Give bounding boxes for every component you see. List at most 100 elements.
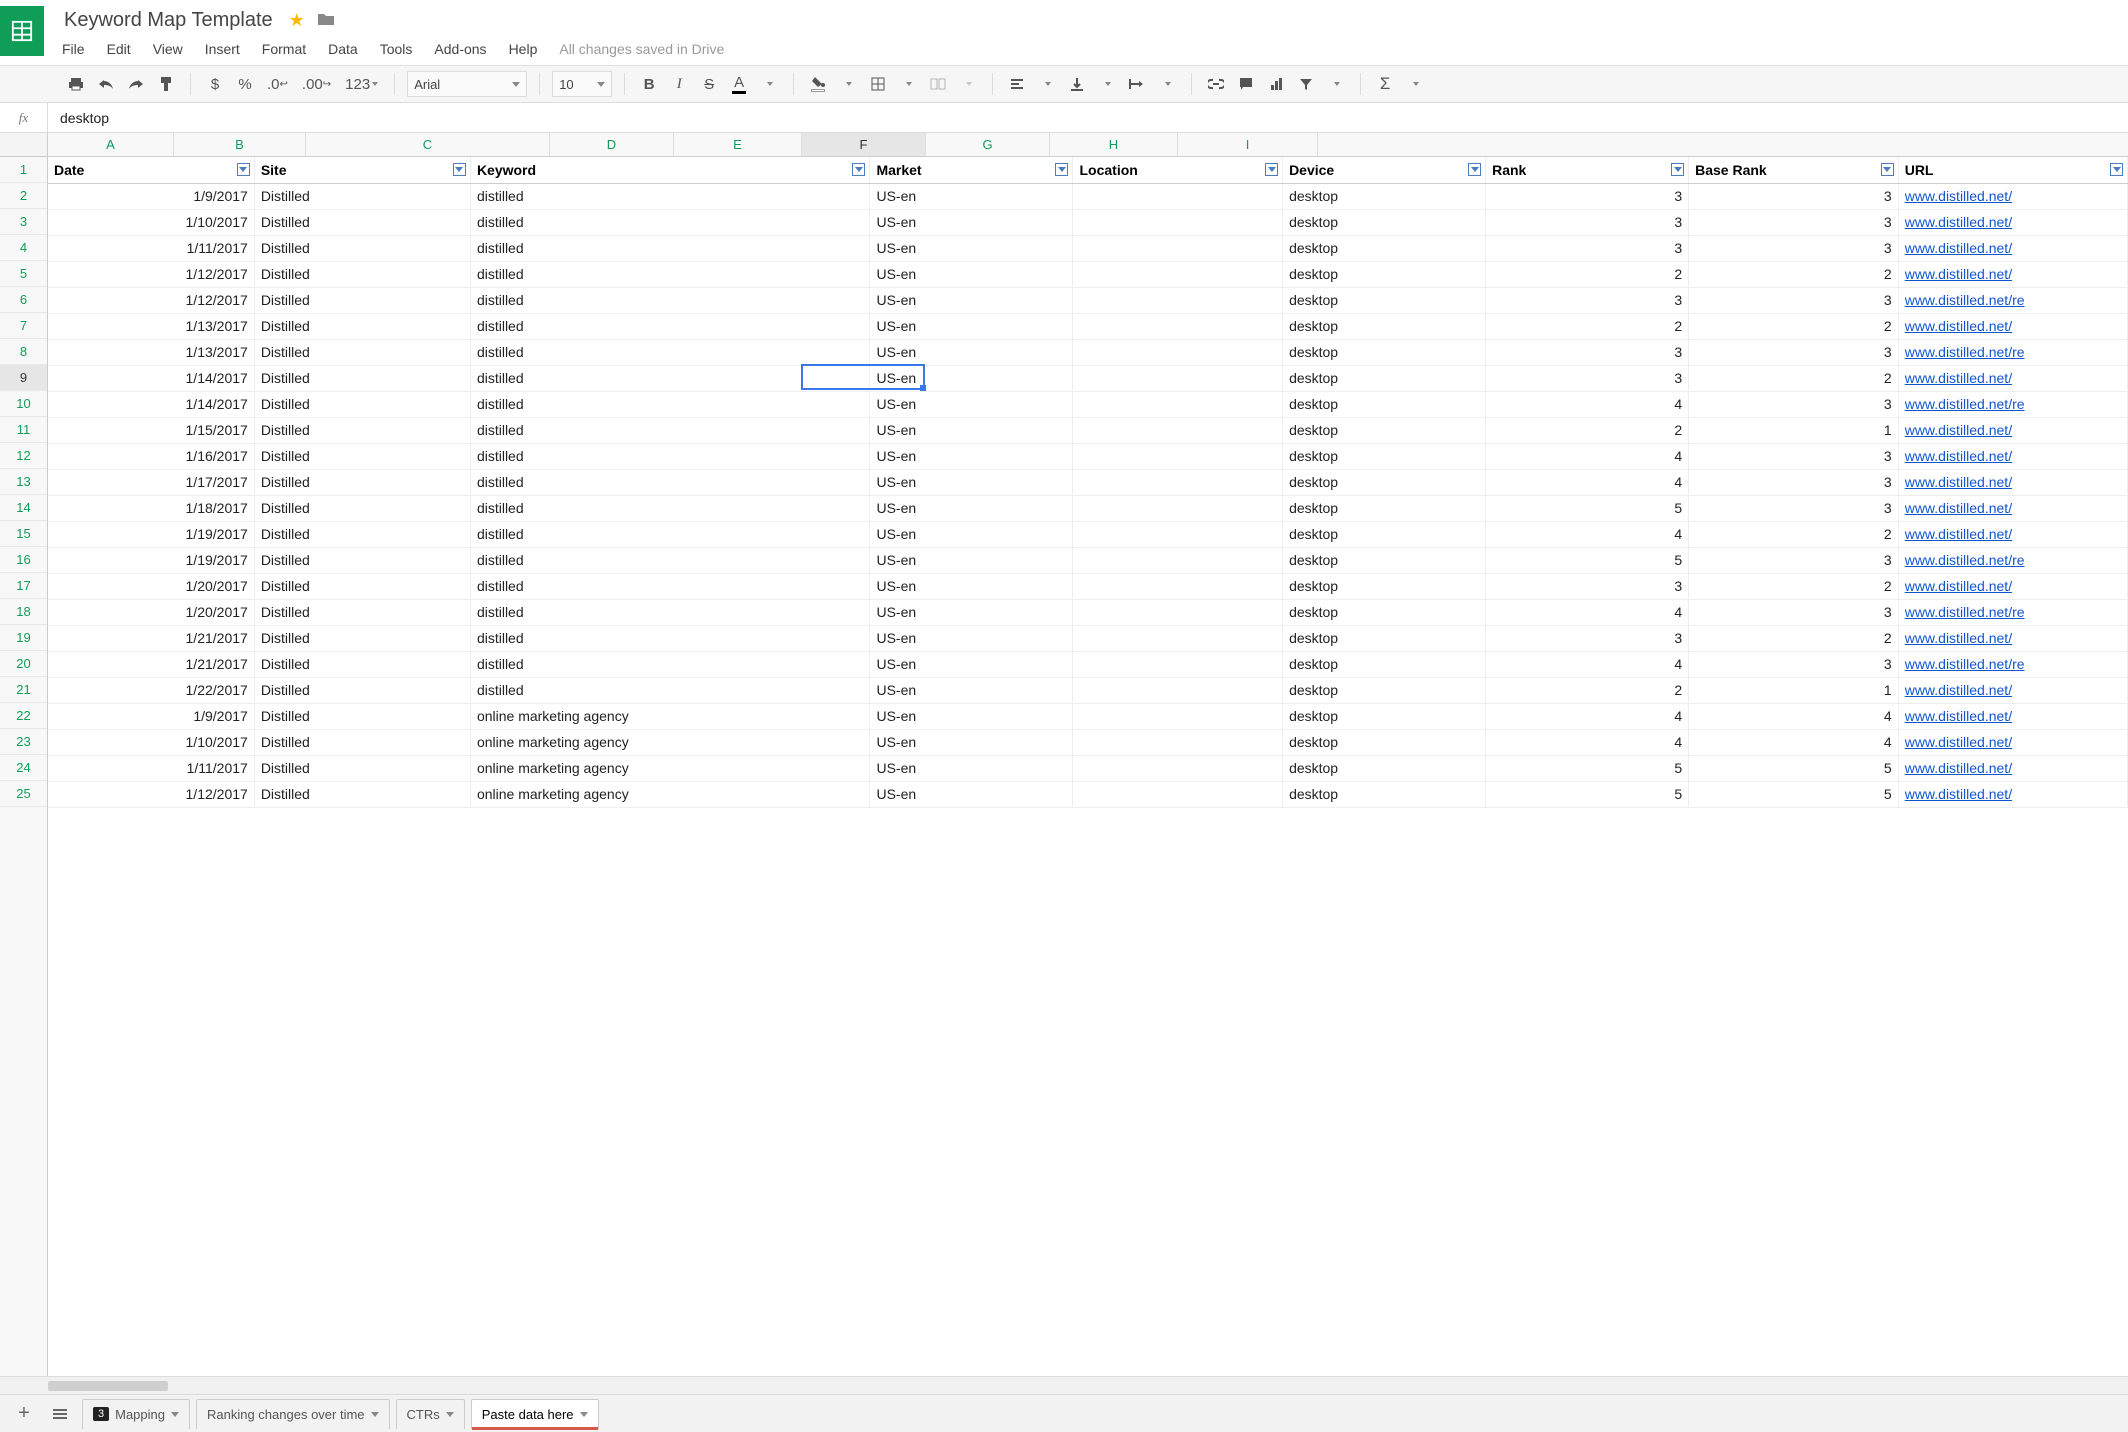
header-cell[interactable]: Device [1283, 157, 1486, 183]
cell[interactable] [1073, 651, 1283, 677]
sheets-logo-icon[interactable] [0, 6, 44, 56]
menu-data[interactable]: Data [328, 41, 358, 57]
cell[interactable]: distilled [470, 469, 870, 495]
cell[interactable]: 5 [1689, 781, 1899, 807]
cell[interactable]: 2 [1689, 313, 1899, 339]
cell[interactable]: distilled [470, 287, 870, 313]
chevron-down-icon[interactable] [446, 1412, 454, 1417]
bold-button[interactable]: B [637, 71, 661, 97]
url-link[interactable]: www.distilled.net/re [1905, 344, 2025, 360]
cell[interactable]: online marketing agency [470, 755, 870, 781]
cell[interactable]: 2 [1689, 573, 1899, 599]
cell[interactable]: desktop [1283, 339, 1486, 365]
row-header-9[interactable]: 9 [0, 365, 47, 391]
cell[interactable] [1073, 755, 1283, 781]
add-sheet-button[interactable]: + [10, 1400, 38, 1428]
menu-file[interactable]: File [62, 41, 85, 57]
cell[interactable]: distilled [470, 677, 870, 703]
column-header-H[interactable]: H [1050, 133, 1178, 156]
cell[interactable]: desktop [1283, 651, 1486, 677]
header-cell[interactable]: Rank [1486, 157, 1689, 183]
italic-button[interactable]: I [667, 71, 691, 97]
cell[interactable]: distilled [470, 495, 870, 521]
cell[interactable] [1073, 625, 1283, 651]
folder-icon[interactable] [317, 11, 335, 31]
row-header-17[interactable]: 17 [0, 573, 47, 599]
table-row[interactable]: 1/21/2017DistilleddistilledUS-endesktop4… [48, 651, 2128, 677]
filter-icon[interactable] [453, 163, 466, 176]
table-row[interactable]: 1/9/2017DistilleddistilledUS-endesktop33… [48, 183, 2128, 209]
cell[interactable]: desktop [1283, 547, 1486, 573]
cell[interactable]: US-en [870, 521, 1073, 547]
select-all-corner[interactable] [0, 133, 48, 156]
cell[interactable]: www.distilled.net/re [1898, 547, 2127, 573]
formula-input[interactable]: desktop [48, 110, 2128, 126]
cell[interactable] [1073, 703, 1283, 729]
cell[interactable]: distilled [470, 443, 870, 469]
column-header-C[interactable]: C [306, 133, 550, 156]
row-header-3[interactable]: 3 [0, 209, 47, 235]
cell[interactable]: desktop [1283, 495, 1486, 521]
cell[interactable]: www.distilled.net/ [1898, 417, 2127, 443]
row-header-18[interactable]: 18 [0, 599, 47, 625]
cell[interactable]: US-en [870, 547, 1073, 573]
increase-decimal-button[interactable]: .00↪ [298, 71, 335, 97]
row-header-14[interactable]: 14 [0, 495, 47, 521]
cell[interactable]: Distilled [254, 287, 470, 313]
column-header-D[interactable]: D [550, 133, 674, 156]
cell[interactable]: 1/12/2017 [48, 261, 254, 287]
cell[interactable]: 3 [1689, 183, 1899, 209]
font-family-select[interactable]: Arial [407, 71, 527, 97]
menu-add-ons[interactable]: Add-ons [434, 41, 486, 57]
cell[interactable]: www.distilled.net/re [1898, 339, 2127, 365]
column-header-A[interactable]: A [48, 133, 174, 156]
table-row[interactable]: 1/12/2017DistilleddistilledUS-endesktop2… [48, 261, 2128, 287]
cell[interactable] [1073, 599, 1283, 625]
cell[interactable]: 4 [1689, 703, 1899, 729]
column-header-E[interactable]: E [674, 133, 802, 156]
cell[interactable] [1073, 729, 1283, 755]
cell[interactable]: desktop [1283, 443, 1486, 469]
cell[interactable]: desktop [1283, 781, 1486, 807]
header-cell[interactable]: Site [254, 157, 470, 183]
chevron-down-icon[interactable] [171, 1412, 179, 1417]
cell[interactable]: Distilled [254, 417, 470, 443]
paint-format-icon[interactable] [154, 71, 178, 97]
cell[interactable]: 3 [1689, 599, 1899, 625]
cell[interactable]: 1/9/2017 [48, 183, 254, 209]
cell[interactable]: 1/20/2017 [48, 599, 254, 625]
table-row[interactable]: 1/20/2017DistilleddistilledUS-endesktop3… [48, 573, 2128, 599]
cell[interactable]: 4 [1486, 443, 1689, 469]
menu-edit[interactable]: Edit [107, 41, 131, 57]
cell[interactable]: Distilled [254, 495, 470, 521]
url-link[interactable]: www.distilled.net/ [1905, 578, 2012, 594]
cell[interactable]: Distilled [254, 521, 470, 547]
filter-icon[interactable] [1671, 163, 1684, 176]
cell[interactable]: 4 [1486, 703, 1689, 729]
cell[interactable]: 1/12/2017 [48, 781, 254, 807]
cell[interactable]: 3 [1486, 183, 1689, 209]
menu-insert[interactable]: Insert [205, 41, 240, 57]
table-row[interactable]: 1/9/2017Distilledonline marketing agency… [48, 703, 2128, 729]
table-row[interactable]: 1/10/2017Distilledonline marketing agenc… [48, 729, 2128, 755]
currency-button[interactable]: $ [203, 71, 227, 97]
cell[interactable]: Distilled [254, 729, 470, 755]
cell[interactable]: distilled [470, 573, 870, 599]
url-link[interactable]: www.distilled.net/ [1905, 708, 2012, 724]
cell[interactable]: desktop [1283, 183, 1486, 209]
cell[interactable]: 3 [1486, 287, 1689, 313]
cell[interactable]: Distilled [254, 625, 470, 651]
cell[interactable]: Distilled [254, 755, 470, 781]
cell[interactable] [1073, 209, 1283, 235]
percent-button[interactable]: % [233, 71, 257, 97]
chevron-down-icon[interactable] [371, 1412, 379, 1417]
cell[interactable]: Distilled [254, 781, 470, 807]
header-cell[interactable]: URL [1898, 157, 2127, 183]
header-cell[interactable]: Market [870, 157, 1073, 183]
number-format-button[interactable]: 123 [341, 71, 382, 97]
insert-comment-icon[interactable] [1234, 71, 1258, 97]
row-header-7[interactable]: 7 [0, 313, 47, 339]
cell[interactable]: www.distilled.net/ [1898, 443, 2127, 469]
cell[interactable]: desktop [1283, 703, 1486, 729]
cell[interactable]: distilled [470, 261, 870, 287]
